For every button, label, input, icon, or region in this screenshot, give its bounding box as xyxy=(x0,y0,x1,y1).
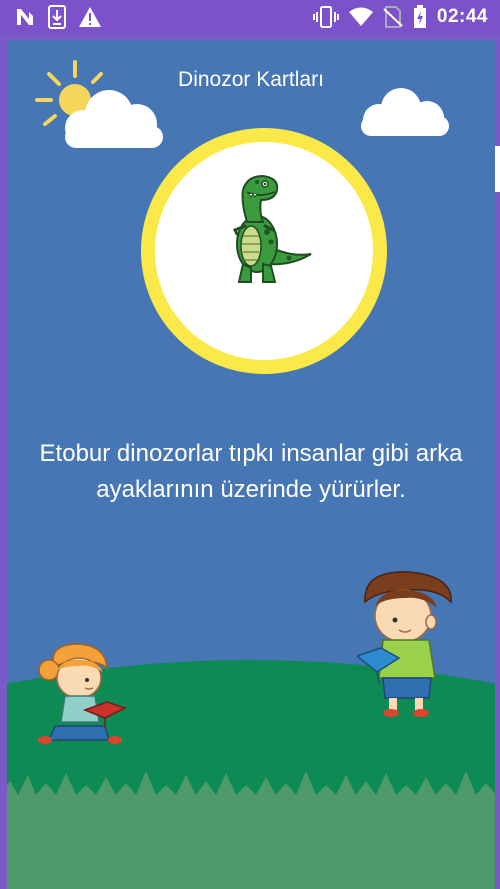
fact-text: Etobur dinozorlar tıpkı insanlar gibi ar… xyxy=(17,436,485,508)
status-left-icons xyxy=(14,5,102,29)
boy-reading-illustration xyxy=(357,571,452,717)
status-time: 02:44 xyxy=(436,6,488,27)
warning-icon xyxy=(79,7,101,27)
status-right-icons: 02:44 xyxy=(312,5,488,29)
dinosaur-card-image[interactable] xyxy=(141,128,387,374)
dinosaur-illustration xyxy=(232,174,312,283)
wifi-icon xyxy=(348,7,373,26)
fact-line-2: ayaklarının üzerinde yürürler. xyxy=(96,476,406,503)
vibrate-icon xyxy=(312,6,339,28)
cloud-left-image xyxy=(65,90,163,148)
girl-reading-illustration xyxy=(38,643,127,744)
status-bar: 02:44 xyxy=(0,0,500,34)
n-notification-icon xyxy=(17,9,33,25)
no-sim-icon xyxy=(383,6,403,28)
download-notification-icon xyxy=(48,5,66,29)
fact-line-1: Etobur dinozorlar tıpkı insanlar gibi ar… xyxy=(39,440,463,467)
card-screen[interactable]: Dinozor Kartları Etobur dinozorlar tıpkı… xyxy=(7,40,495,889)
cloud-right-image xyxy=(361,88,449,136)
battery-charging-icon xyxy=(413,5,426,28)
page-title: Dinozor Kartları xyxy=(178,68,324,91)
